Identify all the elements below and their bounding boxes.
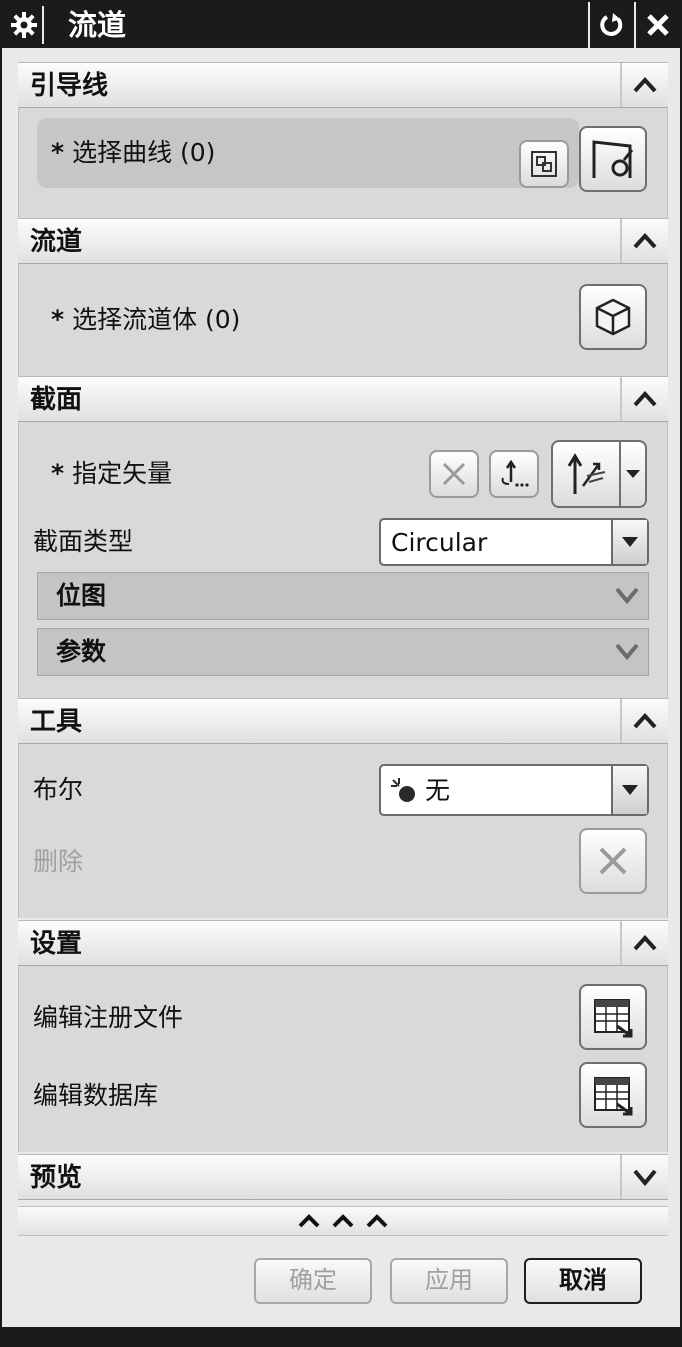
runner-section-body: * 选择流道体 (0) xyxy=(18,264,668,376)
chevron-down-icon[interactable] xyxy=(620,1155,668,1199)
close-button[interactable] xyxy=(634,2,680,48)
select-curve-label: * 选择曲线 (0) xyxy=(51,138,216,167)
edit-database-button[interactable] xyxy=(579,1062,647,1128)
curve-rule-button[interactable] xyxy=(519,140,569,188)
section-type-value: Circular xyxy=(391,528,488,557)
cancel-button[interactable]: 取消 xyxy=(524,1258,642,1304)
delete-icon xyxy=(599,847,627,875)
vector-dialog-button[interactable] xyxy=(489,450,539,498)
reset-icon xyxy=(600,13,623,36)
runner-section-title: 流道 xyxy=(30,227,83,257)
vector-dialog-icon xyxy=(501,459,529,487)
chevron-up-icon[interactable] xyxy=(620,63,668,107)
chevron-down-icon xyxy=(615,587,639,605)
solid-body-button[interactable] xyxy=(579,284,647,350)
apply-button[interactable]: 应用 xyxy=(390,1258,508,1304)
preview-section-header[interactable]: 预览 xyxy=(18,1154,668,1200)
chevron-down-icon[interactable] xyxy=(611,520,647,564)
section-type-label: 截面类型 xyxy=(33,527,134,556)
curve-select-icon xyxy=(592,140,634,178)
guide-line-section-header[interactable]: 引导线 xyxy=(18,62,668,108)
chevron-down-icon[interactable] xyxy=(619,442,645,506)
tools-section-title: 工具 xyxy=(30,707,83,737)
preview-section-title: 预览 xyxy=(30,1163,83,1193)
boolean-none-icon xyxy=(391,778,415,802)
table-edit-icon xyxy=(594,1077,633,1116)
specify-vector-label[interactable]: * 指定矢量 xyxy=(51,458,172,490)
chevron-up-icon[interactable] xyxy=(620,921,668,965)
boolean-label: 布尔 xyxy=(33,775,84,804)
ok-button[interactable]: 确定 xyxy=(254,1258,372,1304)
chevron-up-icon xyxy=(332,1214,354,1228)
bitmap-subpanel-title: 位图 xyxy=(56,581,107,610)
collapse-all-bar[interactable] xyxy=(18,1206,668,1236)
solid-body-icon xyxy=(595,298,631,336)
runner-dialog: 流道 引导线 * 选择曲线 (0) 流道 * 选择流道体 (0) 截面 * 指定… xyxy=(0,0,682,1347)
chevron-up-icon[interactable] xyxy=(620,699,668,743)
delete-button[interactable] xyxy=(579,828,647,894)
dialog-bottom-border xyxy=(2,1327,680,1345)
runner-section-header[interactable]: 流道 xyxy=(18,218,668,264)
dialog-title: 流道 xyxy=(68,8,127,42)
edit-database-label: 编辑数据库 xyxy=(33,1081,159,1110)
section-section-body: * 指定矢量 截面类型 Circular 位图 参数 xyxy=(18,422,668,698)
chevron-up-icon xyxy=(366,1214,388,1228)
reset-button[interactable] xyxy=(588,2,634,48)
table-edit-icon xyxy=(594,999,633,1038)
chevron-down-icon[interactable] xyxy=(611,766,647,814)
title-bar: 流道 xyxy=(2,2,680,48)
reverse-direction-button[interactable] xyxy=(429,450,479,498)
chevron-up-icon[interactable] xyxy=(620,377,668,421)
parameters-subpanel-title: 参数 xyxy=(56,637,107,666)
chevron-up-icon xyxy=(298,1214,320,1228)
bitmap-subpanel[interactable]: 位图 xyxy=(37,572,649,620)
parameters-subpanel[interactable]: 参数 xyxy=(37,628,649,676)
reverse-direction-icon xyxy=(442,462,466,486)
close-icon xyxy=(647,14,669,36)
curve-select-button[interactable] xyxy=(579,126,647,192)
boolean-value: 无 xyxy=(425,776,451,805)
curve-rule-icon xyxy=(531,151,557,177)
guide-line-section-body: * 选择曲线 (0) xyxy=(18,108,668,218)
section-type-select[interactable]: Circular xyxy=(379,518,649,566)
guide-line-section-title: 引导线 xyxy=(30,71,109,101)
section-section-title: 截面 xyxy=(30,385,83,415)
chevron-down-icon xyxy=(615,643,639,661)
select-runner-body-label[interactable]: * 选择流道体 (0) xyxy=(51,304,240,336)
delete-label: 删除 xyxy=(33,847,84,876)
edit-registry-button[interactable] xyxy=(579,984,647,1050)
inferred-vector-dropdown[interactable] xyxy=(551,440,647,508)
section-section-header[interactable]: 截面 xyxy=(18,376,668,422)
inferred-vector-icon xyxy=(567,453,606,494)
chevron-up-icon[interactable] xyxy=(620,219,668,263)
tools-section-body: 布尔 无 删除 xyxy=(18,744,668,918)
settings-section-title: 设置 xyxy=(30,929,83,959)
tools-section-header[interactable]: 工具 xyxy=(18,698,668,744)
boolean-select[interactable]: 无 xyxy=(379,764,649,816)
settings-section-body: 编辑注册文件 编辑数据库 xyxy=(18,966,668,1152)
settings-section-header[interactable]: 设置 xyxy=(18,920,668,966)
select-curve-row[interactable]: * 选择曲线 (0) xyxy=(37,118,579,188)
edit-registry-label: 编辑注册文件 xyxy=(33,1003,184,1032)
gear-icon[interactable] xyxy=(6,6,44,44)
